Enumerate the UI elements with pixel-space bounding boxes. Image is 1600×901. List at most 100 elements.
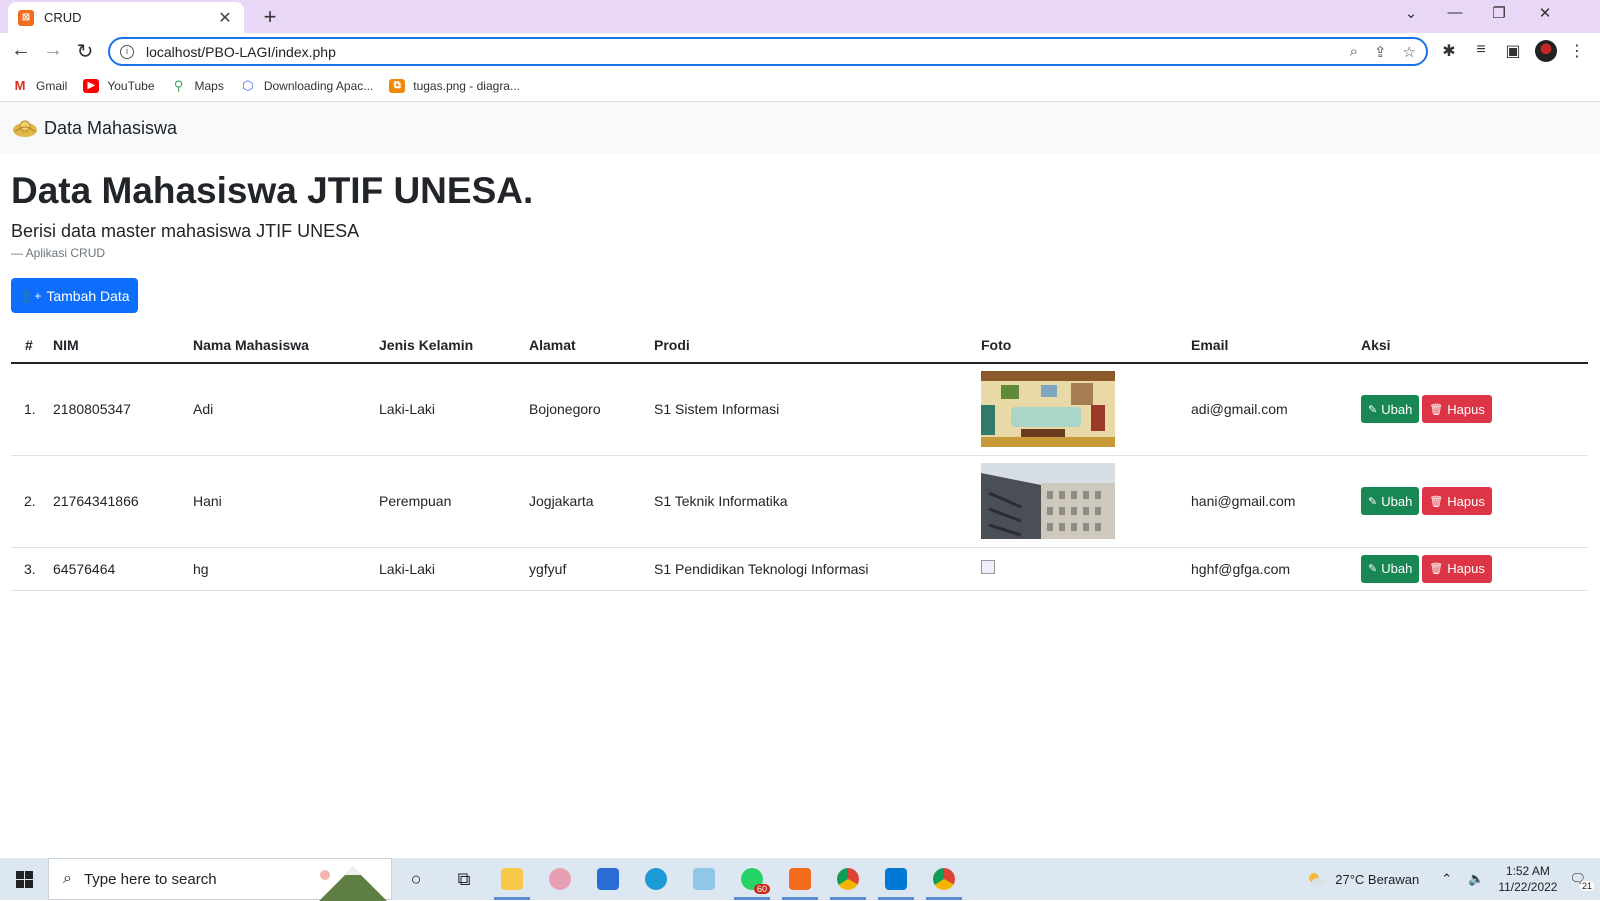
add-data-button[interactable]: 👤+ Tambah Data — [11, 278, 138, 313]
minimize-button[interactable]: — — [1440, 4, 1470, 21]
forward-icon[interactable]: → — [40, 39, 66, 62]
xampp-taskbar-icon[interactable] — [776, 858, 824, 900]
pencil-icon: ✎ — [1368, 403, 1378, 416]
cell-foto — [967, 363, 1177, 456]
reading-list-icon[interactable]: ≡ — [1470, 41, 1492, 59]
whatsapp-icon[interactable]: 60 — [728, 858, 776, 900]
edit-button[interactable]: ✎ Ubah — [1361, 554, 1420, 583]
unesa-logo-icon[interactable] — [12, 117, 38, 139]
cell-email: hghf@gfga.com — [1177, 547, 1347, 591]
snipping-tool-icon[interactable] — [536, 858, 584, 900]
notification-icon[interactable]: 🗨 21 — [1569, 871, 1594, 891]
trash-icon: 🗑 — [1429, 495, 1444, 508]
living-room-photo — [981, 371, 1115, 448]
notification-count: 21 — [1579, 881, 1594, 891]
cell-no: 2. — [11, 455, 39, 548]
search-highlight-illustration — [319, 867, 387, 901]
clock[interactable]: 1:52 AM 11/22/2022 — [1498, 863, 1557, 895]
page-lead: Berisi data master mahasiswa JTIF UNESA — [11, 221, 360, 241]
drawio-icon: ⧉ — [389, 78, 406, 93]
whatsapp-badge: 60 — [753, 884, 770, 894]
edge-icon[interactable] — [632, 858, 680, 900]
bookmark-label: Downloading Apac... — [263, 78, 374, 93]
broken-image-icon — [981, 560, 995, 574]
browser-tab[interactable]: ⊠ CRUD ✕ — [8, 2, 244, 33]
weather-icon — [1309, 873, 1327, 886]
cell-prodi: S1 Pendidikan Teknologi Informasi — [640, 547, 967, 591]
delete-button[interactable]: 🗑 Hapus — [1422, 487, 1492, 515]
bookmark-label: tugas.png - diagra... — [413, 78, 520, 93]
bookmark-gmail[interactable]: M Gmail — [12, 78, 67, 93]
maps-icon: ⚲ — [170, 78, 187, 93]
back-icon[interactable]: ← — [8, 39, 34, 62]
delete-label: Hapus — [1447, 401, 1485, 417]
delete-label: Hapus — [1447, 493, 1485, 509]
bookmark-apache[interactable]: ⬡ Downloading Apac... — [239, 78, 374, 93]
menu-icon[interactable]: ⋮ — [1566, 41, 1588, 61]
browser-toolbar: ← → ↻ i localhost/PBO-LAGI/index.php ⌕ ⇪… — [0, 33, 1600, 70]
delete-label: Hapus — [1447, 561, 1485, 576]
bookmark-star-icon[interactable]: ☆ — [1403, 43, 1416, 61]
cell-aksi: ✎ Ubah 🗑 Hapus — [1347, 547, 1588, 591]
bookmark-maps[interactable]: ⚲ Maps — [170, 78, 224, 93]
header-nama: Nama Mahasiswa — [179, 328, 365, 364]
windows-icon — [15, 870, 33, 888]
header-prodi: Prodi — [640, 328, 967, 364]
reload-icon[interactable]: ↻ — [72, 39, 98, 64]
bookmark-drawio[interactable]: ⧉ tugas.png - diagra... — [389, 78, 520, 93]
vscode-icon[interactable] — [872, 858, 920, 900]
microsoft-store-icon[interactable] — [584, 858, 632, 900]
chrome-icon[interactable] — [824, 858, 872, 900]
table-row: 3. 64576464 hg Laki-Laki ygfyuf S1 Pendi… — [11, 547, 1588, 591]
extensions-icon[interactable]: ✱ — [1438, 41, 1460, 61]
cell-foto — [967, 455, 1177, 548]
delete-button[interactable]: 🗑 Hapus — [1422, 554, 1492, 583]
chrome-profile-icon[interactable] — [920, 858, 968, 900]
cell-alamat: Bojonegoro — [515, 363, 640, 456]
close-tab-icon[interactable]: ✕ — [216, 8, 234, 28]
new-tab-button[interactable]: + — [258, 4, 282, 30]
site-info-icon[interactable]: i — [120, 44, 134, 59]
cell-jenis-kelamin: Perempuan — [365, 455, 515, 548]
cell-aksi: ✎ Ubah 🗑 Hapus — [1347, 363, 1588, 456]
side-panel-icon[interactable]: ▣ — [1502, 41, 1524, 61]
header-email: Email — [1177, 328, 1347, 364]
taskbar-search[interactable]: ⌕ Type here to search — [48, 858, 392, 901]
tab-search-icon[interactable]: ⌄ — [1396, 4, 1426, 22]
edit-button[interactable]: ✎ Ubah — [1361, 487, 1420, 515]
clock-time: 1:52 AM — [1505, 864, 1550, 878]
task-view-icon[interactable]: ⧉ — [440, 858, 488, 900]
close-window-button[interactable]: ✕ — [1530, 4, 1560, 22]
trash-icon: 🗑 — [1429, 563, 1444, 575]
cell-nim: 64576464 — [39, 547, 179, 591]
cell-alamat: Jogjakarta — [515, 455, 640, 548]
cortana-icon[interactable]: ○ — [392, 858, 440, 900]
profile-avatar[interactable] — [1535, 40, 1557, 62]
navbar-brand[interactable]: Data Mahasiswa — [44, 118, 177, 139]
address-bar[interactable]: i localhost/PBO-LAGI/index.php ⌕ ⇪ ☆ — [108, 37, 1428, 66]
share-icon[interactable]: ⇪ — [1374, 43, 1387, 61]
cell-nama: Adi — [179, 363, 365, 456]
bookmark-youtube[interactable]: ▶ YouTube — [83, 78, 155, 93]
cell-nama: Hani — [179, 455, 365, 548]
url-text[interactable]: localhost/PBO-LAGI/index.php — [146, 44, 1334, 60]
delete-button[interactable]: 🗑 Hapus — [1422, 395, 1492, 424]
file-explorer-icon[interactable] — [488, 858, 536, 900]
youtube-icon: ▶ — [83, 78, 100, 93]
zoom-icon[interactable]: ⌕ — [1350, 43, 1358, 60]
restore-button[interactable]: ❐ — [1484, 4, 1514, 22]
pencil-icon: ✎ — [1368, 495, 1378, 508]
tray-overflow-icon[interactable]: ⌃ — [1441, 871, 1452, 887]
bookmark-label: Maps — [194, 78, 224, 93]
xampp-icon: ⊠ — [18, 9, 34, 26]
start-button[interactable] — [0, 858, 48, 900]
edit-button[interactable]: ✎ Ubah — [1361, 395, 1420, 424]
browser-tabstrip: ⊠ CRUD ✕ + ⌄ — ❐ ✕ — [0, 0, 1600, 33]
volume-icon[interactable]: 🔈 — [1468, 871, 1484, 887]
page-navbar: Data Mahasiswa — [0, 102, 1600, 154]
weather-widget[interactable]: 27°C Berawan — [1305, 870, 1419, 888]
cell-no: 1. — [11, 363, 39, 456]
notepad-icon[interactable] — [680, 858, 728, 900]
clock-date: 11/22/2022 — [1498, 880, 1558, 894]
blockquote-footer: — Aplikasi CRUD — [11, 246, 106, 260]
